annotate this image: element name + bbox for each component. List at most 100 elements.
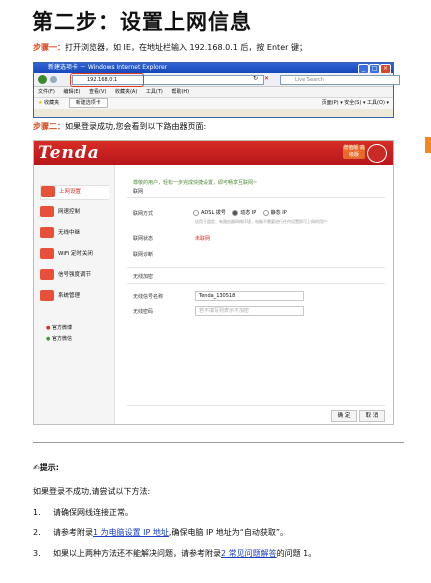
menu-item[interactable]: 编辑(E) bbox=[63, 89, 80, 95]
status-label: 联网状态 bbox=[133, 236, 154, 242]
nav-system-management[interactable]: 系统管理 bbox=[40, 290, 108, 303]
section-network: 联网 bbox=[133, 189, 144, 195]
mode-label: 联网方式 bbox=[133, 211, 154, 217]
menu-item[interactable]: 文件(F) bbox=[38, 89, 55, 95]
menu-item[interactable]: 工具(T) bbox=[146, 89, 163, 95]
section-divider bbox=[33, 442, 404, 443]
favorites-label[interactable]: 收藏夹 bbox=[44, 100, 59, 106]
appendix-link[interactable]: 1 为电脑设置 IP 地址 bbox=[93, 528, 169, 537]
menu-item[interactable]: 帮助(H) bbox=[171, 89, 189, 95]
list-item: 3. 如果以上两种方法还不能解决问题，请参考附录2 常见问题解答的问题 1。 bbox=[33, 548, 316, 559]
divider bbox=[127, 197, 385, 198]
item-number: 3. bbox=[33, 549, 41, 558]
cancel-button[interactable]: 取 消 bbox=[359, 410, 385, 422]
nav-label: 信号强度调节 bbox=[58, 272, 92, 278]
menu-item[interactable]: 收藏夹(A) bbox=[115, 89, 137, 95]
stop-icon[interactable]: ✕ bbox=[264, 75, 269, 82]
nav-signal-strength[interactable]: 信号强度调节 bbox=[40, 269, 108, 282]
mode-static-label: 静态 IP bbox=[270, 210, 287, 216]
side-tab-marker bbox=[425, 137, 431, 153]
router-header: Tenda 增值版 高级版 bbox=[34, 141, 393, 165]
tenda-logo: Tenda bbox=[38, 143, 100, 163]
faq-link[interactable]: 2 常见问题解答 bbox=[221, 549, 277, 558]
divider bbox=[127, 405, 385, 406]
window-title: 新建选项卡 － Windows Internet Explorer bbox=[48, 64, 168, 71]
wechat-link[interactable]: ● 官方微信 bbox=[46, 335, 72, 342]
system-icon bbox=[40, 290, 54, 301]
step-one-label: 步骤一： bbox=[33, 43, 65, 52]
address-row: 192.168.0.1 ↻ ✕ Live Search bbox=[34, 73, 400, 87]
tips-heading: ✍提示: bbox=[33, 462, 59, 473]
signal-icon bbox=[40, 269, 54, 280]
back-icon[interactable] bbox=[38, 75, 47, 84]
password-label: 无线密码 bbox=[133, 309, 154, 315]
refresh-icon[interactable]: ↻ bbox=[253, 75, 258, 82]
mode-static[interactable]: 静态 IP bbox=[262, 209, 287, 216]
item-text: 请参考附录 bbox=[53, 528, 93, 537]
page-title: 第二步：设置上网信息 bbox=[32, 10, 252, 34]
password-input[interactable]: 若不填写则表示不加密 bbox=[195, 306, 304, 316]
mode-adsl-label: ADSL 拨号 bbox=[201, 210, 226, 216]
router-page: Tenda 增值版 高级版 上网设置 网速控制 无线中继 WiFi 定时关闭 信… bbox=[33, 140, 394, 425]
nav-wifi-schedule[interactable]: WiFi 定时关闭 bbox=[40, 248, 108, 261]
mode-dhcp[interactable]: 动态 IP bbox=[232, 209, 256, 216]
list-item: 1. 请确保网线连接正常。 bbox=[33, 507, 133, 518]
item-number: 2. bbox=[33, 528, 41, 537]
menu-bar: 文件(F) 编辑(E) 查看(V) 收藏夹(A) 工具(T) 帮助(H) bbox=[34, 87, 393, 98]
section-wifi: 无线加密 bbox=[133, 274, 154, 280]
step-two: 步骤二：如果登录成功,您会看到以下路由器页面: bbox=[33, 121, 206, 132]
list-item: 2. 请参考附录1 为电脑设置 IP 地址,确保电脑 IP 地址为“自动获取”。 bbox=[33, 527, 288, 538]
mode-adsl[interactable]: ADSL 拨号 bbox=[193, 209, 226, 216]
ssid-input[interactable]: Tenda_130518 bbox=[195, 291, 304, 301]
search-input[interactable]: Live Search bbox=[280, 75, 400, 85]
wechat-icon: ● bbox=[46, 336, 51, 342]
browser-tab[interactable]: 新建选项卡 bbox=[68, 98, 108, 108]
weibo-label: 官方微博 bbox=[51, 325, 72, 331]
toolbar-commands[interactable]: 页面(P) ▾ 安全(S) ▾ 工具(O) ▾ bbox=[322, 98, 389, 109]
radio-icon bbox=[262, 209, 269, 216]
repeater-icon bbox=[40, 227, 54, 238]
nav-label: 上网设置 bbox=[59, 189, 82, 195]
nav-internet-settings[interactable]: 上网设置 bbox=[40, 185, 109, 200]
mode-options: ADSL 拨号 动态 IP 静态 IP bbox=[193, 209, 287, 216]
nav-label: 系统管理 bbox=[58, 293, 81, 299]
favorites-bar: ★ 收藏夹 新建选项卡 页面(P) ▾ 安全(S) ▾ 工具(O) ▾ bbox=[34, 98, 393, 109]
step-one-text: 打开浏览器，如 IE，在地址栏输入 192.168.0.1 后，按 Enter … bbox=[65, 43, 307, 52]
mode-hint: 适用于固定、有路由器网络环境，电脑不需要进行任何设置即可上网的用户 bbox=[195, 219, 327, 224]
status-value: 未联网 bbox=[195, 236, 211, 242]
speed-icon bbox=[40, 206, 54, 217]
ok-button[interactable]: 确 定 bbox=[331, 410, 357, 422]
welcome-text: 尊敬的用户，轻松一步完成快捷设置，即可畅享互联网~ bbox=[133, 180, 258, 186]
nav-label: 无线中继 bbox=[58, 230, 81, 236]
edition-badge[interactable]: 增值版 高级版 bbox=[343, 145, 365, 159]
nav-wireless-repeater[interactable]: 无线中继 bbox=[40, 227, 108, 240]
star-icon: ★ bbox=[38, 100, 43, 106]
item-number: 1. bbox=[33, 508, 41, 517]
step-one: 步骤一：打开浏览器，如 IE，在地址栏输入 192.168.0.1 后，按 En… bbox=[33, 42, 307, 53]
weibo-link[interactable]: ● 官方微博 bbox=[46, 324, 72, 331]
address-highlight bbox=[70, 73, 144, 87]
internet-icon bbox=[41, 186, 55, 197]
radio-selected-icon bbox=[232, 209, 239, 216]
brand-emblem-icon bbox=[367, 144, 387, 163]
nav-speed-control[interactable]: 网速控制 bbox=[40, 206, 108, 219]
step-two-text: 如果登录成功,您会看到以下路由器页面: bbox=[65, 122, 207, 131]
divider bbox=[127, 267, 385, 268]
wifi-icon bbox=[40, 248, 54, 259]
step-two-label: 步骤二： bbox=[33, 122, 65, 131]
browser-window: 新建选项卡 － Windows Internet Explorer _ □ × … bbox=[33, 62, 400, 118]
wechat-label: 官方微信 bbox=[51, 336, 72, 342]
router-sidebar: 上网设置 网速控制 无线中继 WiFi 定时关闭 信号强度调节 系统管理 ● 官… bbox=[34, 165, 115, 424]
ssid-label: 无线信号名称 bbox=[133, 294, 164, 300]
hand-icon: ✍ bbox=[33, 463, 40, 472]
intro-text: 如果登录不成功,请尝试以下方法: bbox=[33, 487, 151, 496]
radio-icon bbox=[193, 209, 199, 216]
divider bbox=[127, 283, 385, 284]
nav-label: WiFi 定时关闭 bbox=[58, 251, 93, 257]
weibo-icon: ● bbox=[46, 325, 51, 331]
item-text: 如果以上两种方法还不能解决问题，请参考附录 bbox=[53, 549, 221, 558]
diagnose-label: 联网诊断 bbox=[133, 252, 154, 258]
item-text: 的问题 1。 bbox=[276, 549, 317, 558]
menu-item[interactable]: 查看(V) bbox=[89, 89, 106, 95]
forward-icon[interactable] bbox=[50, 76, 57, 83]
